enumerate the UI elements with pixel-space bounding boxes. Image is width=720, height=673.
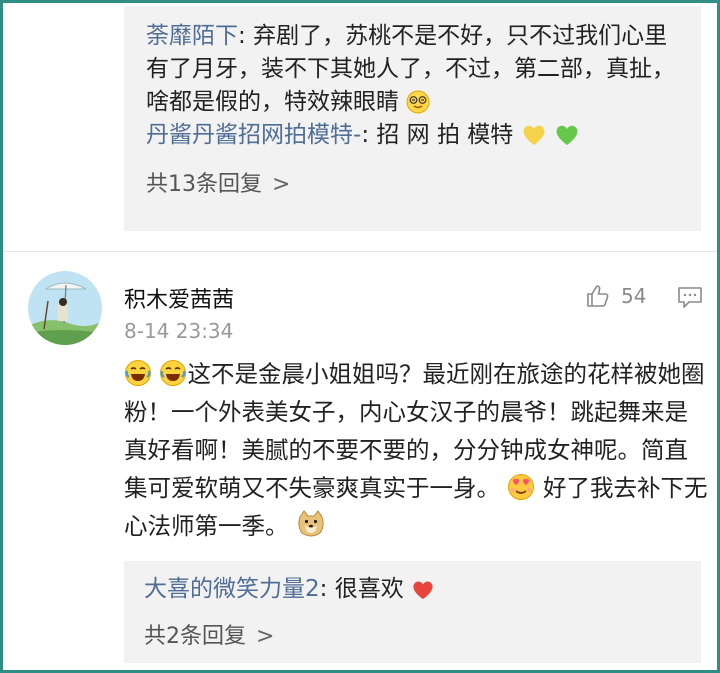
green-heart-emoji-icon (556, 125, 578, 145)
reply-username[interactable]: 丹酱丹酱招网拍模特- (146, 122, 361, 148)
yellow-heart-emoji-icon (523, 125, 545, 145)
post-timestamp: 8-14 23:34 (124, 319, 234, 343)
divider (3, 251, 717, 252)
reply-text: 很喜欢 (334, 576, 404, 602)
post-username[interactable]: 积木爱茜茜 (124, 282, 234, 314)
view-more-replies-link[interactable]: 共13条回复 > (146, 166, 681, 198)
doge-emoji-icon (298, 510, 324, 537)
avatar[interactable] (28, 271, 102, 345)
reply-username[interactable]: 大喜的微笑力量2 (144, 576, 320, 602)
reply-text: 招 网 拍 模特 (376, 122, 514, 148)
reply-username[interactable]: 荼靡陌下 (146, 23, 238, 49)
red-heart-emoji-icon (413, 581, 433, 600)
comment-screenshot: 荼靡陌下: 弃剧了，苏桃不是不好，只不过我们心里有了月牙，装不下其她人了，不过，… (0, 0, 720, 673)
chevron-right-icon: > (272, 172, 291, 197)
squinting-glasses-emoji-icon (406, 90, 430, 114)
laugh-cry-emoji-icon (125, 360, 151, 386)
thumbs-up-icon (587, 285, 609, 307)
chevron-right-icon: > (256, 624, 275, 649)
like-button[interactable]: 54 (585, 283, 646, 309)
avatar-image (28, 271, 102, 345)
view-more-replies-link[interactable]: 共2条回复 > (144, 618, 681, 650)
heart-eyes-emoji-icon (508, 474, 535, 500)
comment-icon[interactable] (677, 285, 703, 309)
reply-item: 丹酱丹酱招网拍模特-: 招 网 拍 模特 (146, 119, 681, 152)
laugh-cry-emoji-icon (160, 360, 187, 386)
nested-replies-box: 大喜的微笑力量2: 很喜欢 共2条回复 > (124, 561, 701, 663)
reply-item: 大喜的微笑力量2: 很喜欢 (144, 573, 681, 606)
post-content: 这不是金晨小姐姐吗？最近刚在旅途的花样被她圈粉！一个外表美女子，内心女汉子的晨爷… (124, 355, 709, 545)
nested-replies-box: 荼靡陌下: 弃剧了，苏桃不是不好，只不过我们心里有了月牙，装不下其她人了，不过，… (124, 6, 701, 231)
like-count: 54 (621, 284, 647, 308)
reply-item: 荼靡陌下: 弃剧了，苏桃不是不好，只不过我们心里有了月牙，装不下其她人了，不过，… (146, 23, 675, 115)
